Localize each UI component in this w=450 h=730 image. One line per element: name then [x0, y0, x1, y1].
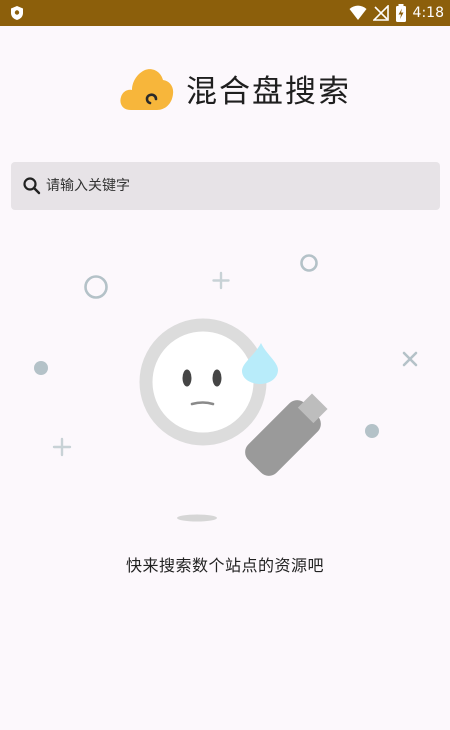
shadow: [177, 514, 217, 522]
app-header: 混合盘搜索: [0, 54, 450, 114]
deco-ring-left: [84, 275, 108, 299]
deco-dot-left: [34, 361, 48, 375]
status-time: 4:18: [412, 5, 444, 21]
search-bar[interactable]: [11, 162, 440, 210]
face-eye-left: [182, 369, 192, 387]
search-icon: [23, 177, 41, 195]
deco-cross-right: [402, 351, 418, 367]
no-signal-icon: [372, 5, 389, 21]
app-title: 混合盘搜索: [186, 74, 351, 110]
face-eye-right: [212, 369, 222, 387]
sad-magnifier-illustration: [34, 254, 418, 522]
status-bar: 4:18: [0, 0, 450, 26]
deco-plus-top: [212, 271, 230, 290]
empty-state-message: 快来搜索数个站点的资源吧: [125, 556, 324, 575]
battery-charging-icon: [395, 4, 406, 22]
cloud-logo-icon: [120, 69, 174, 110]
wifi-icon: [349, 5, 367, 20]
magnifier-lens: [139, 318, 267, 446]
deco-dot-right: [365, 424, 379, 438]
status-icons: 4:18: [349, 0, 444, 26]
shield-icon: [11, 6, 23, 20]
deco-ring-top: [300, 254, 318, 272]
search-input[interactable]: [46, 162, 426, 210]
deco-plus-left: [52, 437, 72, 457]
face-mouth: [190, 401, 215, 406]
